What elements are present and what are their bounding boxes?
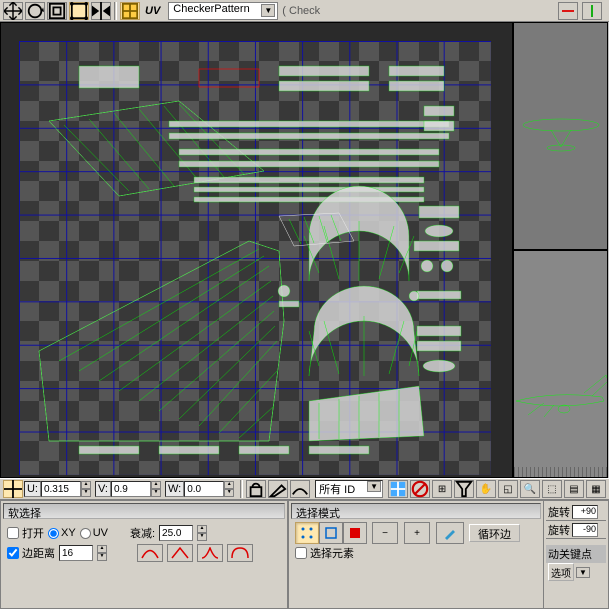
axis-x-icon[interactable] [558, 2, 578, 20]
move-tool-icon[interactable] [3, 2, 23, 20]
timeline-ruler[interactable] [514, 467, 607, 477]
options-button[interactable]: 选项 [548, 563, 574, 581]
lock-aspect-icon[interactable] [246, 480, 266, 498]
subobject-buttons [295, 522, 367, 544]
options-icon[interactable]: ▦ [586, 480, 606, 498]
edge-distance-input[interactable] [59, 545, 93, 561]
w-coord-field: W: ▲▼ [165, 481, 234, 497]
main-area [0, 22, 609, 478]
edge-distance-checkbox[interactable]: 边距离 [7, 545, 55, 561]
falloff-label: 衰减: [130, 525, 155, 541]
soft-open-checkbox[interactable]: 打开 [7, 525, 44, 541]
move-mode-icon[interactable] [3, 480, 23, 498]
top-viewport[interactable] [513, 22, 608, 250]
scene-viewports [513, 22, 608, 478]
uv-label: UV [93, 527, 108, 539]
top-toolbar: UV CheckerPattern ( Check [0, 0, 609, 22]
w-spinner[interactable]: ▲▼ [224, 481, 234, 497]
rotate-label-2: 旋转 [548, 522, 570, 538]
u-spinner[interactable]: ▲▼ [81, 481, 91, 497]
material-id-value: 所有 ID [319, 484, 355, 496]
grid-snap-icon[interactable]: ⊞ [432, 480, 452, 498]
zoom-icon[interactable]: 🔍 [520, 480, 540, 498]
brush-tool-icon[interactable] [268, 480, 288, 498]
soft-selection-title: 软选择 [3, 503, 285, 519]
auto-key-label[interactable]: 动关键点 [548, 546, 592, 562]
rotate-tool-icon[interactable] [25, 2, 45, 20]
material-dropdown[interactable]: CheckerPattern [168, 2, 278, 20]
side-tools-panel: 旋转 +90 旋转 -90 动关键点 选项 ▼ [544, 500, 609, 609]
material-id-dropdown[interactable]: 所有 ID [315, 480, 383, 498]
v-input[interactable] [111, 481, 151, 497]
uv-radio[interactable]: UV [80, 527, 108, 539]
soft-selection-panel: 软选择 打开 XY UV 衰减: ▲▼ 边距离 ▲▼ [0, 500, 288, 609]
selection-mode-panel: 选择模式 − + 循环边 选择元素 [288, 500, 544, 609]
coordinate-bar: U: ▲▼ V: ▲▼ W: ▲▼ 所有 ID ⊞ ✋ ◱ 🔍 ⬚ ▤ ▦ [0, 478, 609, 500]
uv-label: UV [145, 5, 160, 17]
bottom-viewport[interactable] [513, 250, 608, 478]
separator [114, 2, 117, 20]
falloff-dome-icon[interactable] [227, 544, 253, 562]
u-coord-field: U: ▲▼ [24, 481, 91, 497]
scale-tool-icon[interactable] [47, 2, 67, 20]
edge-distance-spinner[interactable]: ▲▼ [97, 545, 107, 561]
filter-icon[interactable] [454, 480, 474, 498]
uv-space-icon[interactable] [120, 2, 140, 20]
falloff-spinner[interactable]: ▲▼ [197, 525, 207, 541]
uv-shells [19, 41, 491, 475]
add-selection-icon[interactable]: + [404, 522, 430, 544]
falloff-input[interactable] [159, 525, 193, 541]
select-element-label: 选择元素 [310, 545, 354, 561]
edge-mode-icon[interactable] [319, 522, 343, 544]
u-input[interactable] [41, 481, 81, 497]
w-label: W: [165, 481, 184, 497]
vertex-mode-icon[interactable] [295, 522, 319, 544]
relax-tool-icon[interactable] [290, 480, 310, 498]
bottom-panels: 软选择 打开 XY UV 衰减: ▲▼ 边距离 ▲▼ 选择模式 [0, 500, 609, 609]
select-element-checkbox[interactable]: 选择元素 [295, 545, 354, 561]
rotate-plus90[interactable]: +90 [572, 505, 598, 519]
paint-select-icon[interactable] [436, 522, 464, 544]
face-mode-icon[interactable] [343, 522, 367, 544]
show-map-icon[interactable] [388, 480, 408, 498]
pan-icon[interactable]: ✋ [476, 480, 496, 498]
zoom-extents-icon[interactable]: ◱ [498, 480, 518, 498]
soft-open-label: 打开 [22, 525, 44, 541]
uv-editor-viewport[interactable] [0, 22, 513, 478]
zoom-region-icon[interactable]: ⬚ [542, 480, 562, 498]
material-suffix: ( Check [282, 5, 320, 17]
show-edge-icon[interactable]: ▤ [564, 480, 584, 498]
u-label: U: [24, 481, 41, 497]
no-entry-icon[interactable] [410, 480, 430, 498]
falloff-sharp-icon[interactable] [197, 544, 223, 562]
mirror-tool-icon[interactable] [91, 2, 111, 20]
xy-label: XY [61, 527, 76, 539]
loop-edge-button[interactable]: 循环边 [469, 524, 520, 542]
v-spinner[interactable]: ▲▼ [151, 481, 161, 497]
falloff-linear-icon[interactable] [167, 544, 193, 562]
chevron-down-icon[interactable]: ▼ [576, 567, 590, 578]
v-label: V: [95, 481, 111, 497]
w-input[interactable] [184, 481, 224, 497]
falloff-smooth-icon[interactable] [137, 544, 163, 562]
separator [240, 480, 243, 498]
edge-distance-label: 边距离 [22, 545, 55, 561]
rotate-minus90[interactable]: -90 [572, 523, 598, 537]
subtract-selection-icon[interactable]: − [372, 522, 398, 544]
rotate-label-1: 旋转 [548, 504, 570, 520]
material-dropdown-value: CheckerPattern [173, 3, 249, 15]
v-coord-field: V: ▲▼ [95, 481, 161, 497]
freeform-tool-icon[interactable] [69, 2, 89, 20]
axis-y-icon[interactable] [582, 2, 602, 20]
xy-radio[interactable]: XY [48, 527, 76, 539]
selection-mode-title: 选择模式 [291, 503, 541, 519]
